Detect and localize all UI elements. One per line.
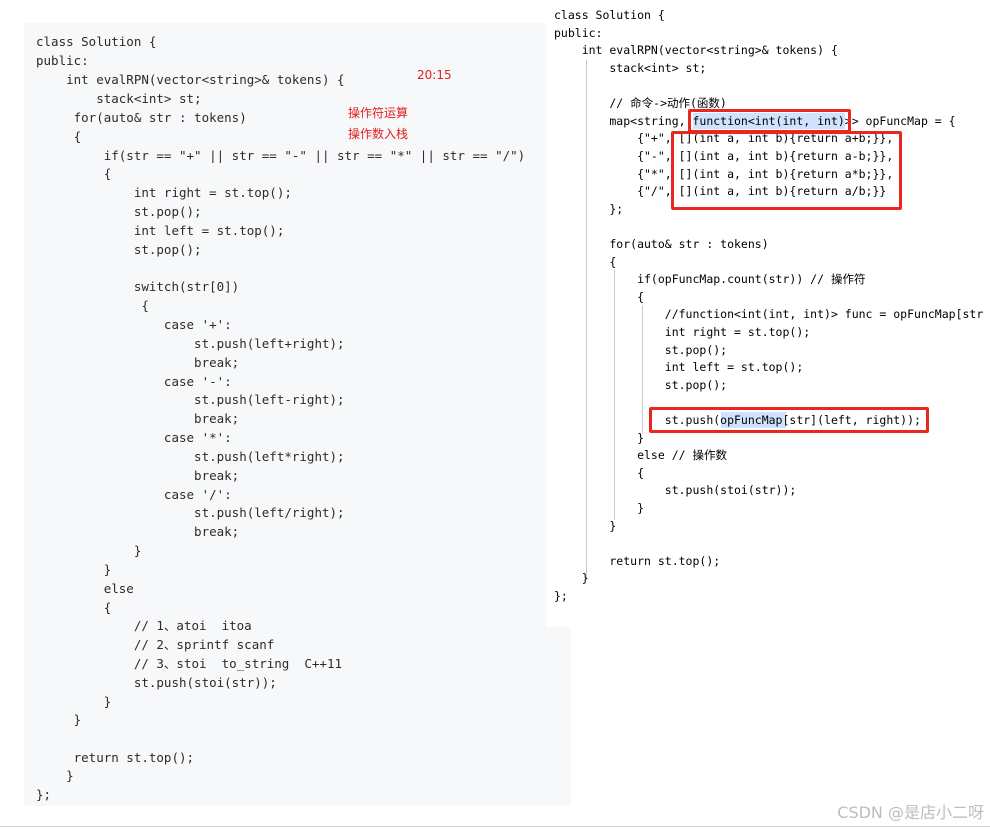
code-line: case '*': bbox=[36, 430, 232, 445]
code-line: class Solution { bbox=[554, 8, 665, 22]
code-line: // 3、stoi to_string C++11 bbox=[36, 656, 342, 671]
code-line: st.push(left*right); bbox=[36, 449, 345, 464]
code-line: { bbox=[554, 466, 645, 480]
code-line: // 1、atoi itoa bbox=[36, 618, 252, 633]
code-line: }; bbox=[36, 787, 52, 802]
code-line: switch(str[0]) bbox=[36, 279, 240, 294]
code-line: int evalRPN(vector<string>& tokens) { bbox=[554, 43, 838, 57]
code-line: }; bbox=[554, 589, 568, 603]
code-line: for(auto& str : tokens) bbox=[554, 237, 769, 251]
code-line: break; bbox=[36, 355, 240, 370]
code-line: int evalRPN(vector<string>& tokens) { bbox=[36, 72, 345, 87]
code-line: } bbox=[554, 431, 645, 445]
code-line: int left = st.top(); bbox=[554, 360, 804, 374]
code-line: // 2、sprintf scanf bbox=[36, 637, 275, 652]
code-line: } bbox=[36, 768, 74, 783]
push-call-highlight bbox=[649, 407, 929, 433]
code-line: public: bbox=[36, 53, 89, 68]
code-line: st.push(stoi(str)); bbox=[554, 483, 797, 497]
watermark: CSDN @是店小二呀 bbox=[837, 803, 984, 822]
code-line: st.push(left-right); bbox=[36, 392, 345, 407]
code-line: }; bbox=[554, 202, 624, 216]
code-line: //function<int(int, int)> func = opFuncM… bbox=[554, 307, 984, 321]
code-line: stack<int> st; bbox=[36, 91, 202, 106]
code-line: int right = st.top(); bbox=[36, 185, 292, 200]
code-line: case '-': bbox=[36, 374, 232, 389]
operand-note: 操作数入栈 bbox=[348, 127, 409, 141]
code-line: } bbox=[554, 571, 589, 585]
code-line: case '/': bbox=[36, 487, 232, 502]
code-line: } bbox=[36, 562, 112, 577]
timestamp-annotation: 20:15 bbox=[417, 68, 452, 82]
code-line: if(str == "+" || str == "-" || str == "*… bbox=[36, 148, 526, 163]
code-line: stack<int> st; bbox=[554, 61, 707, 75]
code-line: } bbox=[554, 501, 645, 515]
code-line: { bbox=[36, 166, 112, 181]
operator-note: 操作符运算 bbox=[348, 106, 409, 120]
code-line: } bbox=[36, 543, 142, 558]
code-line: else bbox=[36, 581, 134, 596]
code-line: int left = st.top(); bbox=[36, 223, 285, 238]
code-line: st.pop(); bbox=[36, 242, 202, 257]
code-line: int right = st.top(); bbox=[554, 325, 811, 339]
code-line: st.push(left/right); bbox=[36, 505, 345, 520]
divider bbox=[0, 826, 990, 827]
code-line: { bbox=[36, 298, 149, 313]
code-line: } bbox=[36, 712, 82, 727]
code-line: return st.top(); bbox=[554, 554, 721, 568]
code-line: if(opFuncMap.count(str)) // 操作符 bbox=[554, 272, 866, 286]
function-type-highlight bbox=[688, 109, 851, 133]
code-line: } bbox=[36, 694, 112, 709]
code-line: else // 操作数 bbox=[554, 448, 727, 462]
code-line: st.pop(); bbox=[554, 378, 728, 392]
code-line: st.push(stoi(str)); bbox=[36, 675, 277, 690]
code-line: } bbox=[554, 519, 617, 533]
code-line: st.pop(); bbox=[36, 204, 202, 219]
code-line: return st.top(); bbox=[36, 750, 195, 765]
code-line: break; bbox=[36, 411, 240, 426]
code-line: break; bbox=[36, 468, 240, 483]
code-line: for(auto& str : tokens) bbox=[36, 110, 247, 125]
code-line: class Solution { bbox=[36, 34, 157, 49]
code-line: case '+': bbox=[36, 317, 232, 332]
code-line: { bbox=[36, 129, 82, 144]
lambda-list-highlight bbox=[671, 131, 902, 210]
code-line: st.push(left+right); bbox=[36, 336, 345, 351]
code-line: st.pop(); bbox=[554, 343, 728, 357]
code-line: { bbox=[36, 600, 112, 615]
code-line: break; bbox=[36, 524, 240, 539]
code-line: { bbox=[554, 255, 617, 269]
code-line: { bbox=[554, 290, 645, 304]
code-line: public: bbox=[554, 26, 603, 40]
